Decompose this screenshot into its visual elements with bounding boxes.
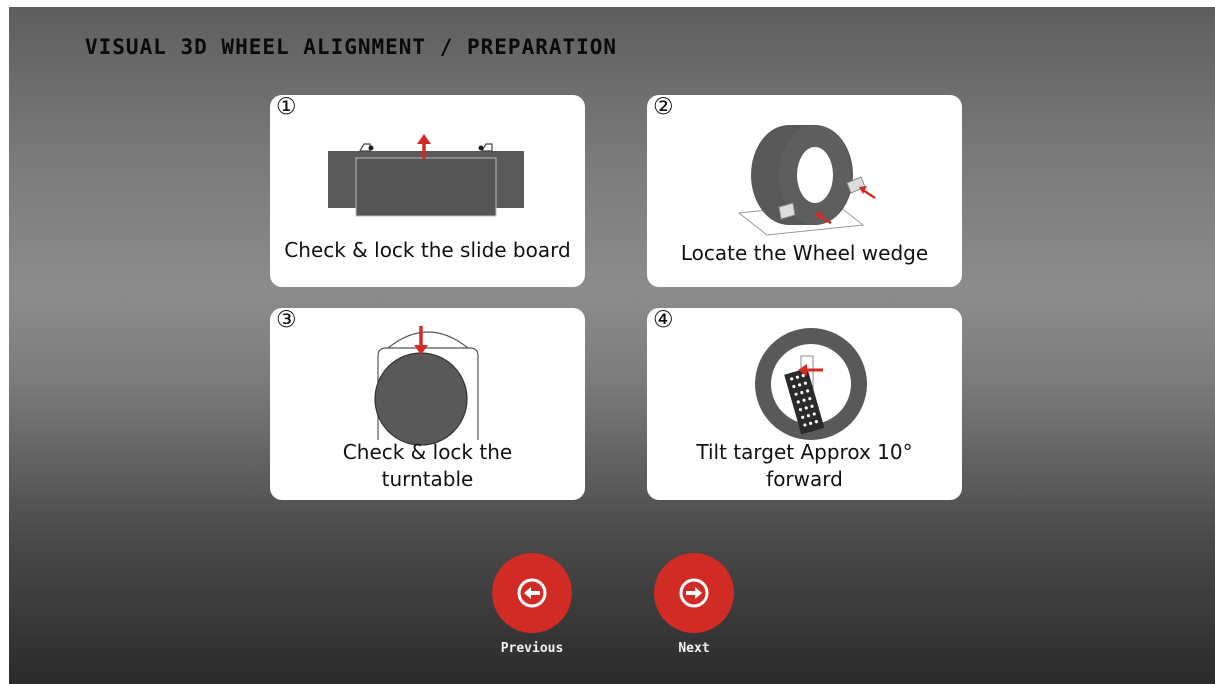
arrow-right-icon — [679, 578, 709, 608]
preparation-screen: VISUAL 3D WHEEL ALIGNMENT / PREPARATION … — [9, 7, 1215, 684]
step-caption: Check & lock the slide board — [284, 238, 571, 262]
previous-button[interactable] — [492, 553, 572, 633]
next-button[interactable] — [654, 553, 734, 633]
step-card-2: ② Locate the Wheel wedge — [647, 95, 962, 287]
step-card-4: ④ Tilt target Approx 10° forward — [647, 308, 962, 500]
previous-label[interactable]: Previous — [482, 641, 582, 656]
step-card-1: ① Check & lock the slide board — [270, 95, 585, 287]
step-caption: Check & lock the turntable — [342, 440, 513, 491]
arrow-left-icon — [517, 578, 547, 608]
page-title: VISUAL 3D WHEEL ALIGNMENT / PREPARATION — [85, 35, 618, 59]
step-caption: Tilt target Approx 10° forward — [696, 440, 913, 491]
step-card-3: ③ Check & lock the turntable — [270, 308, 585, 500]
step-caption: Locate the Wheel wedge — [680, 241, 929, 265]
next-label[interactable]: Next — [644, 641, 744, 656]
